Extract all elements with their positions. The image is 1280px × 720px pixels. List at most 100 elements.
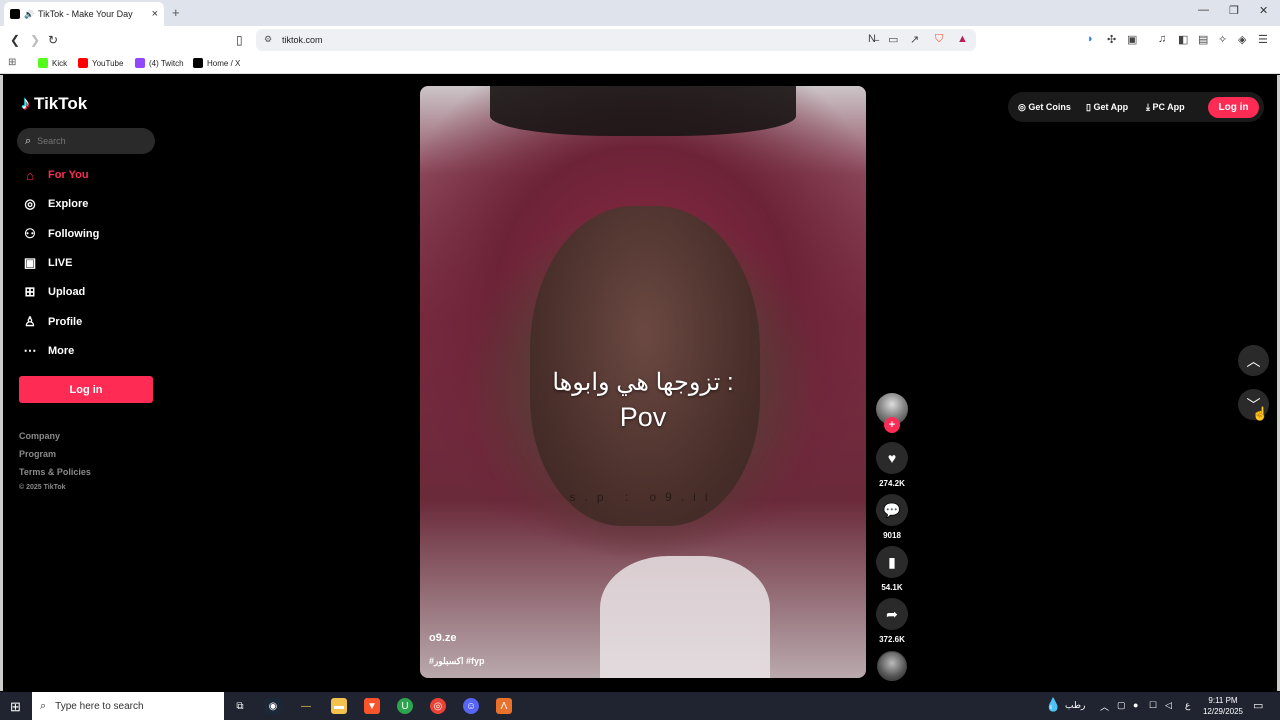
microphone-icon[interactable]: ●	[1133, 700, 1138, 710]
sidebar-item-upload[interactable]: ⊞ Upload	[21, 281, 151, 303]
previous-video-button[interactable]: ︿	[1238, 345, 1269, 376]
search-icon: ⌕	[40, 699, 47, 712]
bookmark-x[interactable]: Home / X	[193, 58, 240, 68]
site-info-icon[interactable]: ⚙	[264, 34, 272, 45]
save-button[interactable]: ▮	[876, 546, 908, 578]
bookmark-kick[interactable]: Kick	[38, 58, 67, 68]
sidebar-item-more[interactable]: ⋯ More	[21, 340, 151, 362]
bookmark-icon[interactable]: ▯	[236, 33, 243, 47]
minimize-button[interactable]: —	[1198, 4, 1209, 16]
weather-text[interactable]: رطب	[1065, 700, 1085, 711]
sidebar-item-live[interactable]: ▣ LIVE	[21, 252, 151, 274]
upload-icon: ⊞	[24, 284, 36, 299]
top-login-button[interactable]: Log in	[1208, 97, 1259, 118]
get-coins-link[interactable]: ◎ Get Coins	[1018, 102, 1071, 113]
get-app-label: Get App	[1093, 102, 1129, 112]
share-button[interactable]: ➦	[876, 598, 908, 630]
new-tab-button[interactable]: +	[172, 5, 180, 20]
translate-icon[interactable]: N̶	[868, 33, 876, 45]
app-icon[interactable]: —	[298, 698, 314, 714]
clock-time: 9:11 PM	[1208, 696, 1238, 705]
bookmark-youtube[interactable]: YouTube	[78, 58, 123, 68]
close-tab-icon[interactable]: ×	[152, 8, 158, 20]
reload-icon[interactable]: ↻	[48, 33, 58, 47]
windows-taskbar: ⊞ ⌕ Type here to search ⧉ ◉ — ▬ ▼ U ◎ ☺ …	[0, 692, 1280, 720]
share-icon[interactable]: ↗	[910, 33, 919, 46]
sidebar-item-label: LIVE	[48, 257, 73, 269]
tiktok-logo[interactable]: ♪ TikTok	[21, 93, 87, 114]
footer-link-company[interactable]: Company	[19, 431, 60, 441]
footer-link-terms[interactable]: Terms & Policies	[19, 467, 91, 477]
back-icon[interactable]: ❮	[10, 33, 20, 47]
network-icon[interactable]: ☐	[1149, 700, 1157, 711]
sidebar-item-profile[interactable]: ♙ Profile	[21, 311, 151, 333]
screenshot-icon[interactable]: ▣	[1127, 33, 1137, 46]
bookmark-twitch[interactable]: (4) Twitch	[135, 58, 184, 68]
tray-device-icon[interactable]: ▢	[1117, 700, 1126, 711]
sidebar-item-label: Explore	[48, 198, 89, 210]
steam-icon[interactable]: ◉	[265, 698, 281, 714]
video-player[interactable]: تزوجها هي وابوها : Pov s.p : o9.ii o9.ze…	[420, 86, 866, 678]
top-actions-bar: ◎ Get Coins ▯ Get App ⤓ PC App Log in	[1008, 92, 1264, 122]
heart-icon: ♥	[887, 450, 897, 466]
more-icon: ⋯	[23, 343, 37, 358]
app-icon-orange[interactable]: Λ	[496, 698, 512, 714]
weather-drop-icon[interactable]: 💧	[1045, 697, 1061, 713]
audio-icon[interactable]: ◗	[1087, 33, 1094, 45]
taskbar-clock[interactable]: 9:11 PM 12/29/2025	[1198, 695, 1248, 717]
comment-button[interactable]: 💬	[876, 494, 908, 526]
brave-rewards-icon[interactable]: ▲	[957, 33, 968, 45]
follow-plus-icon[interactable]: +	[884, 417, 900, 433]
x-icon	[193, 58, 203, 68]
extensions-icon[interactable]: ✣	[1107, 33, 1116, 46]
wallet-icon[interactable]: ▤	[1198, 33, 1208, 46]
footer-link-program[interactable]: Program	[19, 449, 56, 459]
discord-icon[interactable]: ☺	[463, 698, 479, 714]
search-input[interactable]	[37, 136, 138, 146]
menu-icon[interactable]: ☰	[1258, 33, 1268, 46]
video-author[interactable]: o9.ze	[429, 632, 457, 644]
video-hashtags[interactable]: #اكسبلور #fyp	[429, 656, 485, 667]
close-window-button[interactable]: ✕	[1259, 4, 1268, 17]
tray-chevron-icon[interactable]: ︿	[1100, 700, 1109, 713]
sidebar-item-explore[interactable]: ◎ Explore	[21, 193, 151, 215]
vpn-icon[interactable]: ◈	[1238, 33, 1246, 46]
apps-grid-icon[interactable]: ⊞	[8, 57, 16, 68]
cast-icon[interactable]: ▭	[888, 33, 898, 46]
profile-icon: ♙	[24, 314, 36, 329]
get-app-link[interactable]: ▯ Get App	[1086, 102, 1128, 113]
forward-icon[interactable]: ❯	[30, 33, 40, 47]
sidebar-login-button[interactable]: Log in	[19, 376, 153, 403]
pc-app-label: PC App	[1152, 102, 1185, 112]
like-button[interactable]: ♥	[876, 442, 908, 474]
live-icon: ▣	[23, 255, 37, 270]
chrome-icon[interactable]: ◎	[430, 698, 446, 714]
brave-icon[interactable]: ▼	[364, 698, 380, 714]
video-watermark: s.p : o9.ii	[569, 490, 717, 504]
taskbar-search[interactable]: ⌕ Type here to search	[32, 692, 224, 720]
sound-avatar[interactable]	[877, 651, 907, 681]
bookmarks-bar: ⊞ Kick YouTube (4) Twitch Home / X	[0, 54, 1280, 74]
file-explorer-icon[interactable]: ▬	[331, 698, 347, 714]
media-icon[interactable]: ♫	[1158, 33, 1166, 45]
search-icon[interactable]: ⌕	[25, 135, 31, 148]
pc-app-link[interactable]: ⤓ PC App	[1146, 102, 1185, 113]
leo-icon[interactable]: ✧	[1218, 33, 1227, 46]
windows-start-icon[interactable]: ⊞	[10, 699, 21, 715]
speaker-icon[interactable]: 🔊	[24, 10, 34, 19]
volume-icon[interactable]: ◁	[1165, 700, 1172, 711]
sidebar-item-for-you[interactable]: ⌂ For You	[21, 164, 151, 186]
maximize-button[interactable]: ❐	[1229, 4, 1239, 17]
browser-tab[interactable]: 🔊 TikTok - Make Your Day ×	[4, 2, 164, 26]
search-box[interactable]: ⌕	[17, 128, 155, 154]
upwork-icon[interactable]: U	[397, 698, 413, 714]
sidebar-icon[interactable]: ◧	[1178, 33, 1188, 46]
copyright: © 2025 TikTok	[19, 484, 66, 491]
language-indicator[interactable]: ع	[1185, 700, 1190, 711]
notification-icon[interactable]: ▭	[1253, 699, 1263, 712]
bookmark-label: (4) Twitch	[149, 58, 184, 68]
brave-shield-icon[interactable]: ⛉	[935, 33, 943, 46]
task-view-icon[interactable]: ⧉	[232, 698, 248, 714]
share-arrow-icon: ➦	[886, 605, 898, 622]
sidebar-item-following[interactable]: ⚇ Following	[21, 223, 151, 245]
